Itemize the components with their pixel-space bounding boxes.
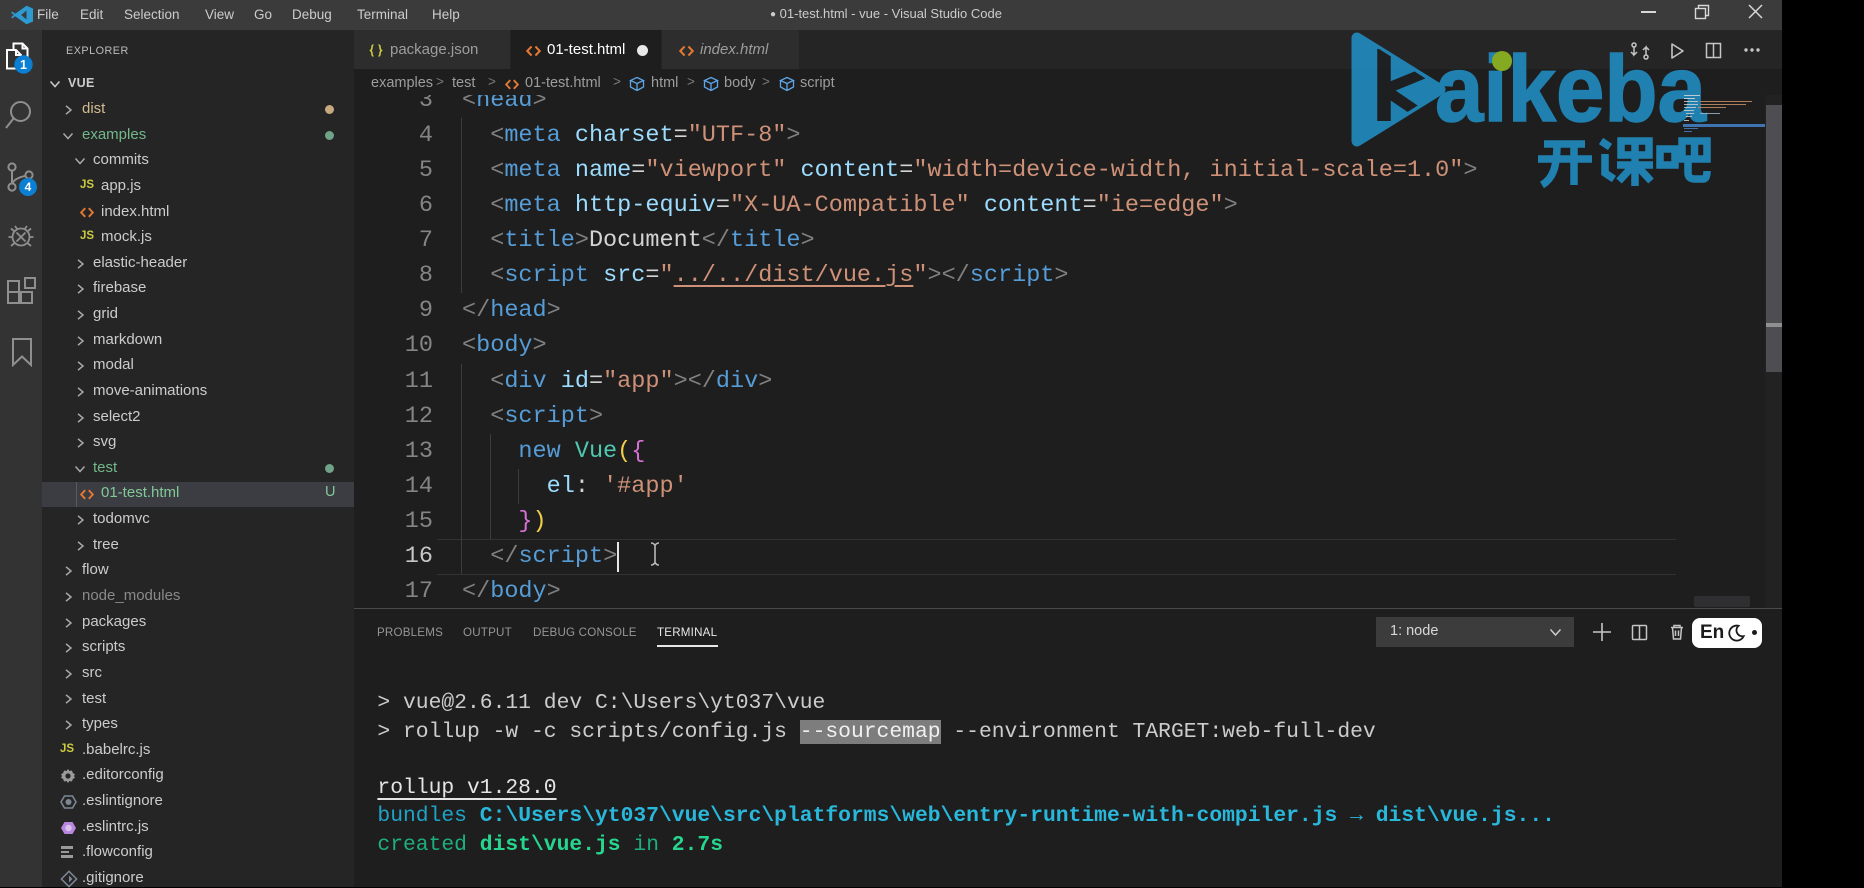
svg-text:4: 4 [25, 180, 32, 194]
svg-text:1: 1 [20, 58, 27, 72]
svg-text:aikeba: aikeba [1435, 36, 1707, 141]
